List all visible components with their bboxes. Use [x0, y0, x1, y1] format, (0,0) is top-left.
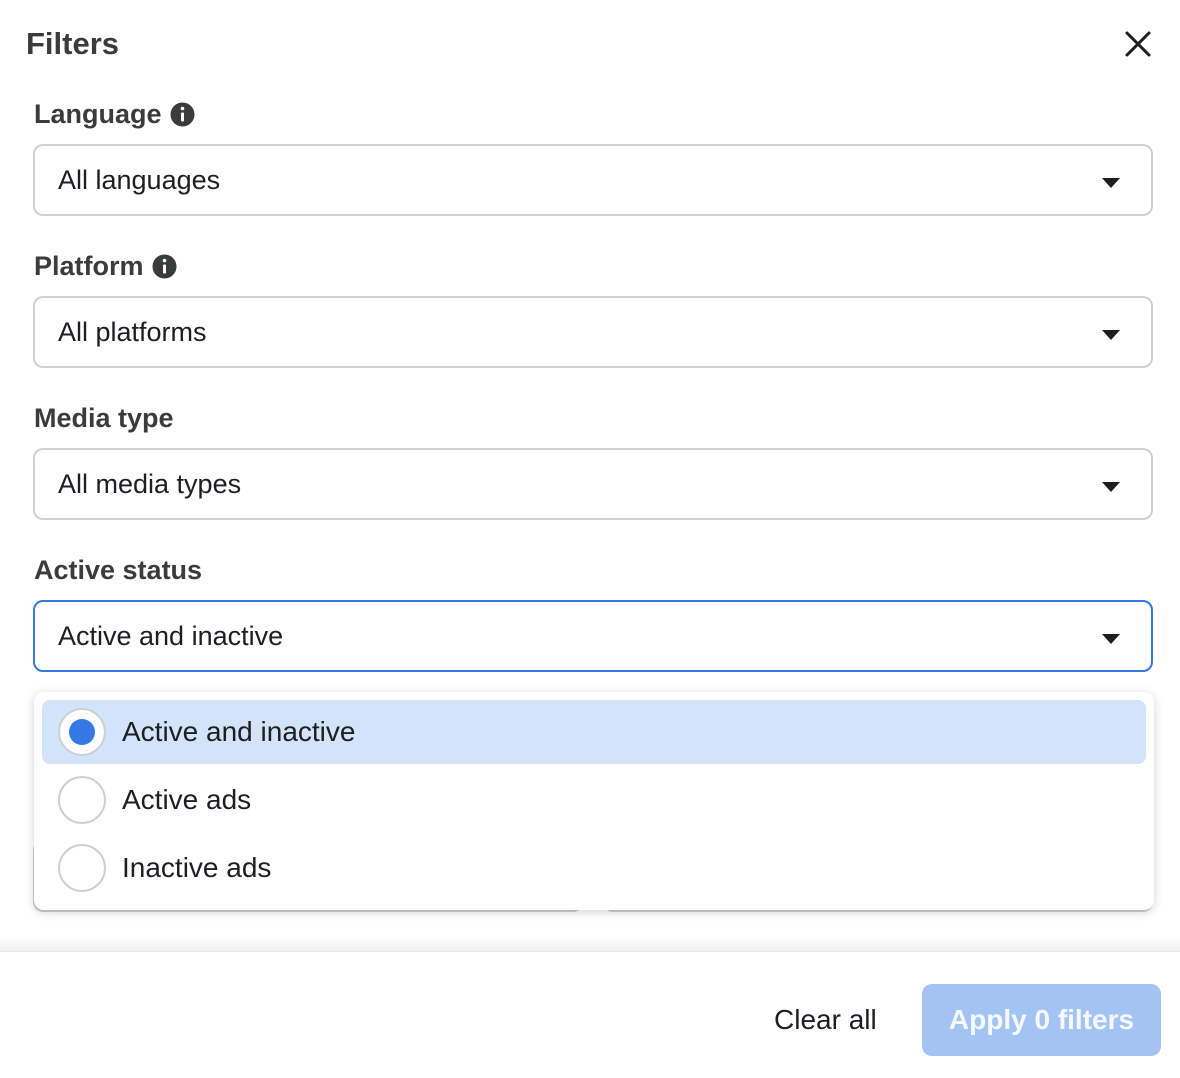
radio-selected[interactable] — [58, 708, 106, 756]
active-status-select-value: Active and inactive — [58, 620, 284, 651]
option-active-ads[interactable]: Active ads — [42, 768, 1146, 832]
footer-shadow — [0, 936, 1180, 952]
language-label-text: Language — [34, 99, 162, 129]
radio-dot — [69, 719, 95, 745]
media-type-select[interactable]: All media types — [33, 448, 1153, 520]
caret-down-icon — [1102, 482, 1120, 492]
active-status-dropdown: Active and inactive Active ads Inactive … — [34, 692, 1154, 910]
clear-all-button[interactable]: Clear all — [758, 992, 893, 1048]
info-icon[interactable] — [152, 254, 177, 279]
language-select-value: All languages — [58, 164, 221, 195]
option-inactive-ads[interactable]: Inactive ads — [42, 836, 1146, 900]
language-label: Language — [34, 99, 195, 130]
active-status-select[interactable]: Active and inactive — [33, 600, 1153, 672]
media-type-select-value: All media types — [58, 468, 242, 499]
caret-down-icon — [1102, 178, 1120, 188]
apply-filters-button[interactable]: Apply 0 filters — [922, 984, 1161, 1056]
media-type-label-text: Media type — [34, 403, 174, 433]
option-label: Active and inactive — [122, 716, 356, 747]
option-active-and-inactive[interactable]: Active and inactive — [42, 700, 1146, 764]
footer-divider — [0, 951, 1180, 952]
active-status-label: Active status — [34, 555, 202, 586]
caret-down-icon — [1102, 634, 1120, 644]
active-status-label-text: Active status — [34, 555, 203, 585]
platform-label-text: Platform — [34, 251, 144, 281]
option-label: Inactive ads — [122, 852, 272, 883]
close-icon[interactable] — [1118, 24, 1158, 64]
media-type-label: Media type — [34, 403, 174, 434]
modal-title: Filters — [26, 26, 120, 61]
caret-down-icon — [1102, 330, 1120, 340]
platform-select[interactable]: All platforms — [33, 296, 1153, 368]
radio-unselected[interactable] — [58, 776, 106, 824]
language-select[interactable]: All languages — [33, 144, 1153, 216]
platform-select-value: All platforms — [58, 316, 207, 347]
option-label: Active ads — [122, 784, 252, 815]
info-icon[interactable] — [170, 102, 195, 127]
radio-unselected[interactable] — [58, 844, 106, 892]
platform-label: Platform — [34, 251, 177, 282]
